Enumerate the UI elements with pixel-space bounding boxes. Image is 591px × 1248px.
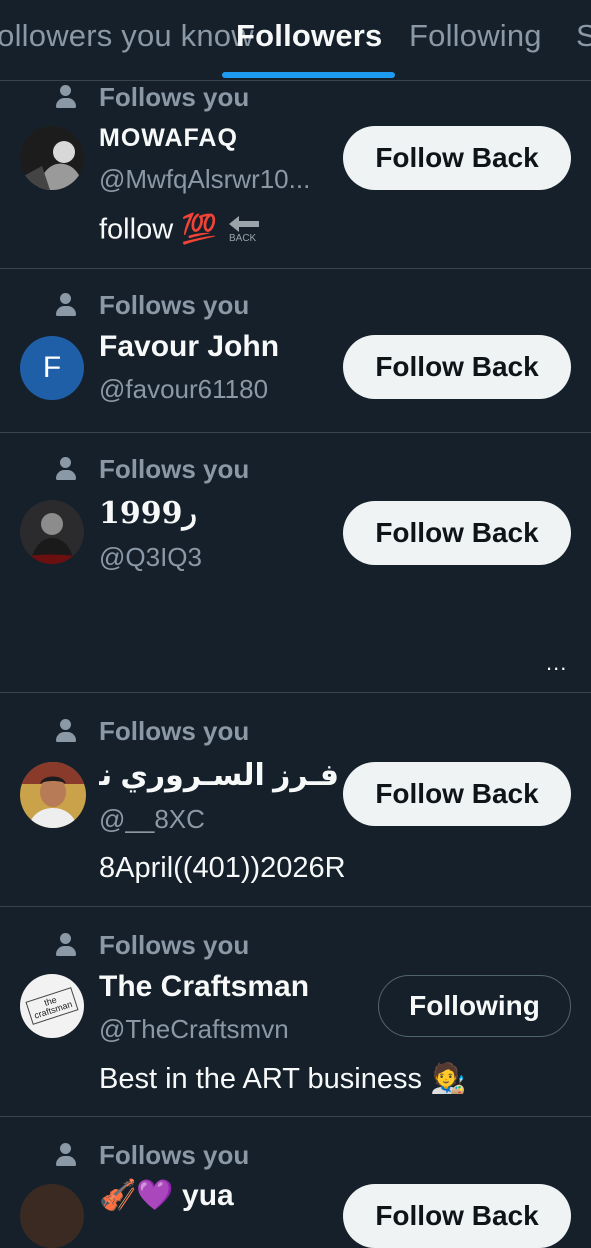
tab-bar: Followers you know Followers Following S [0, 0, 591, 81]
follow-back-button[interactable]: Follow Back [343, 501, 571, 565]
person-icon [55, 932, 77, 958]
avatar[interactable] [20, 500, 84, 564]
tab-followers[interactable]: Followers [236, 18, 383, 54]
avatar[interactable]: F [20, 336, 84, 400]
user-handle: @MwfqAlsrwr10... [99, 164, 311, 194]
avatar[interactable] [20, 762, 86, 828]
tab-followers-you-know[interactable]: Followers you know [0, 18, 254, 54]
svg-text:BACK: BACK [229, 233, 257, 242]
user-name[interactable]: 🎻💜 yua [99, 1178, 234, 1213]
tab-following[interactable]: Following [409, 18, 542, 54]
follow-back-button[interactable]: Follow Back [343, 762, 571, 826]
person-icon [55, 292, 77, 318]
following-button[interactable]: Following [378, 975, 571, 1037]
user-bio: Best in the ART business 🧑‍🎨 [99, 1063, 467, 1095]
follow-back-button[interactable]: Follow Back [343, 126, 571, 190]
list-item[interactable]: Follows you F Favour John @favour61180 F… [0, 268, 591, 433]
list-item[interactable]: Follows you 🎻💜 yua Follow Back [0, 1116, 591, 1248]
avatar[interactable] [20, 126, 84, 190]
user-name[interactable]: 𝟏𝟗𝟗𝟗ر [99, 496, 197, 531]
user-handle: @TheCraftsmvn [99, 1014, 289, 1044]
follows-you-label: Follows you [55, 716, 249, 746]
list-item[interactable]: Follows you فـرز السـروري نشـ... @__8XC … [0, 692, 591, 907]
follows-you-label: Follows you [55, 1140, 249, 1170]
tab-subscriptions[interactable]: S [576, 18, 591, 54]
user-name[interactable]: Favour John [99, 330, 279, 364]
person-icon [55, 456, 77, 482]
list-item[interactable]: Follows you 𝟏𝟗𝟗𝟗ر @Q3IQ3 Follow Back [0, 432, 591, 693]
follow-back-button[interactable]: Follow Back [343, 335, 571, 399]
user-handle: @favour61180 [99, 374, 269, 404]
person-icon [55, 1142, 77, 1168]
user-bio: follow 💯 BACK [99, 212, 263, 250]
follows-you-label: Follows you [55, 454, 249, 484]
person-icon [55, 718, 77, 744]
active-tab-indicator [222, 72, 395, 78]
user-handle: @__8XC [99, 804, 205, 834]
avatar[interactable] [20, 1184, 84, 1248]
back-arrow-emoji-icon: BACK [227, 212, 263, 250]
avatar[interactable]: the craftsman [20, 974, 84, 1038]
user-name[interactable]: فـرز السـروري نشـ... [99, 758, 339, 793]
user-name[interactable]: The Craftsman [99, 970, 309, 1004]
user-name[interactable]: MOWAFAQ [99, 124, 238, 153]
follow-back-button[interactable]: Follow Back [343, 1184, 571, 1248]
user-handle: @Q3IQ3 [99, 542, 202, 572]
list-item[interactable]: Follows you the craftsman The Craftsman … [0, 906, 591, 1117]
list-item[interactable]: Follows you MOWAFAQ @MwfqAlsrwr10... fol… [0, 80, 591, 269]
user-bio: 8April((401))2026R [99, 852, 346, 884]
follows-you-label: Follows you [55, 290, 249, 320]
person-icon [55, 84, 77, 110]
more-options-icon[interactable]: ... [546, 650, 567, 676]
follows-you-label: Follows you [55, 82, 249, 112]
follows-you-label: Follows you [55, 930, 249, 960]
